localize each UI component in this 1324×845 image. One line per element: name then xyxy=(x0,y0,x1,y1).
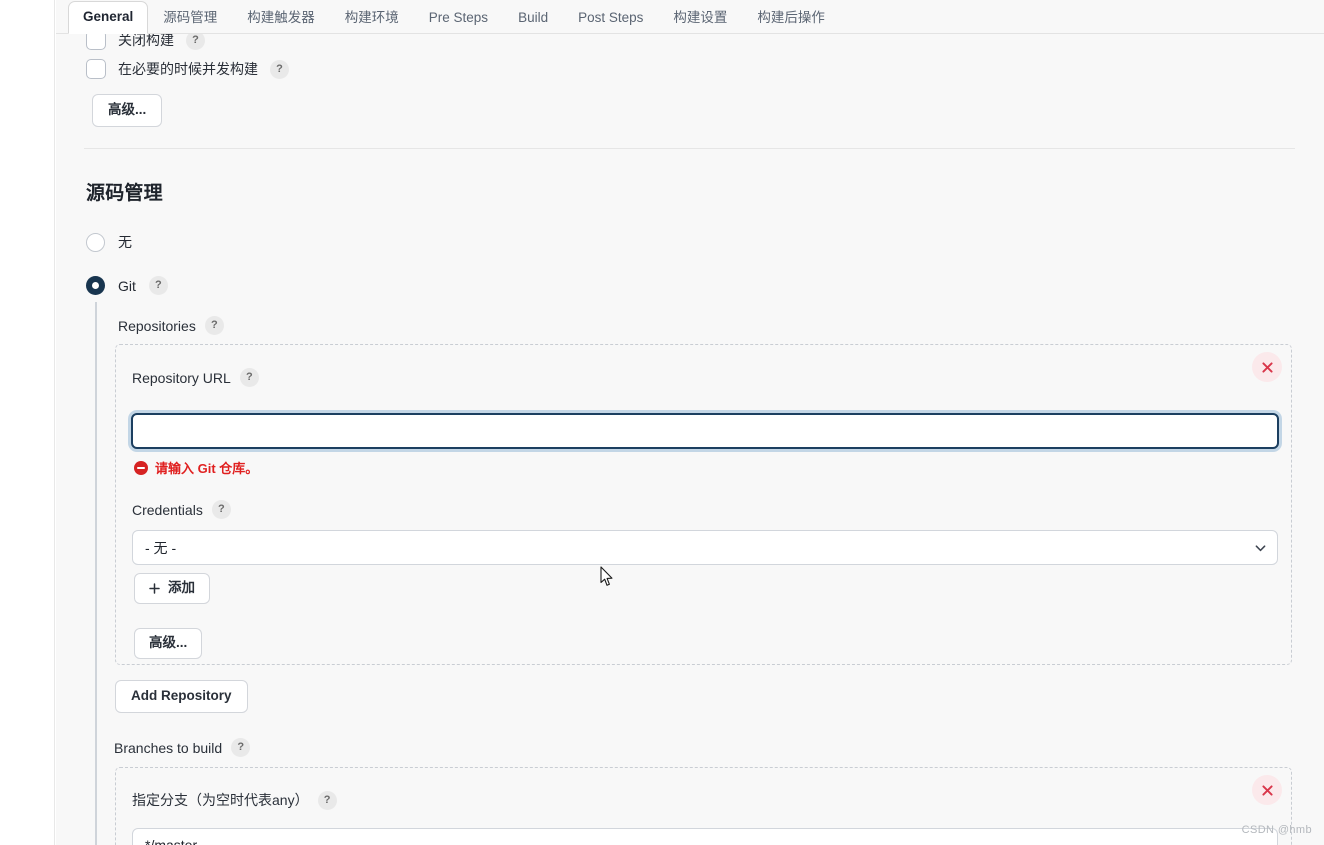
branch-delete-button[interactable] xyxy=(1252,775,1282,805)
tab-build-triggers[interactable]: 构建触发器 xyxy=(232,2,330,34)
tab-environment-label: 构建环境 xyxy=(344,9,399,25)
branch-spec-input[interactable] xyxy=(132,828,1278,845)
repository-url-input[interactable] xyxy=(131,413,1279,449)
repositories-field-label: Repositories ? xyxy=(118,316,224,335)
tab-build[interactable]: Build xyxy=(503,2,563,34)
general-advanced-button[interactable]: 高级... xyxy=(92,94,163,127)
help-icon[interactable]: ? xyxy=(317,790,337,810)
close-icon xyxy=(1261,784,1273,796)
help-icon[interactable]: ? xyxy=(204,316,224,335)
credentials-label-text: Credentials xyxy=(132,501,203,518)
checkbox-row-concurrent[interactable]: 在必要的时候并发构建 ? xyxy=(86,59,289,79)
tab-build-label: Build xyxy=(518,9,549,25)
scm-radio-none-row[interactable]: 无 xyxy=(86,232,132,252)
repository-url-error: 请输入 Git 仓库。 xyxy=(134,458,258,477)
close-icon xyxy=(1261,361,1273,373)
branch-spec-field-label: 指定分支（为空时代表any） ? xyxy=(132,790,337,810)
tab-general-label: General xyxy=(83,8,134,24)
tab-post-steps-label: Post Steps xyxy=(578,9,644,25)
branches-field-label: Branches to build ? xyxy=(114,738,251,757)
add-repository-button[interactable]: Add Repository xyxy=(115,680,248,713)
section-divider xyxy=(84,148,1295,149)
tab-build-settings-label: 构建设置 xyxy=(673,9,728,25)
jenkins-job-config: General 源码管理 构建触发器 构建环境 Pre Steps Build … xyxy=(56,0,1324,845)
scm-section-heading: 源码管理 xyxy=(86,183,163,204)
help-icon[interactable]: ? xyxy=(211,500,231,519)
add-credentials-button[interactable]: 添加 xyxy=(134,573,210,604)
scm-radio-git-row[interactable]: Git ? xyxy=(86,276,168,295)
repositories-label-text: Repositories xyxy=(118,317,196,334)
scm-radio-git[interactable] xyxy=(86,276,105,295)
concurrent-build-checkbox[interactable] xyxy=(86,59,106,79)
repository-advanced-button[interactable]: 高级... xyxy=(134,628,203,659)
scm-radio-none[interactable] xyxy=(86,232,105,252)
config-tab-bar: General 源码管理 构建触发器 构建环境 Pre Steps Build … xyxy=(56,0,1324,34)
repository-url-field-label: Repository URL ? xyxy=(132,368,259,387)
branches-label-text: Branches to build xyxy=(114,739,223,756)
chevron-down-icon xyxy=(1255,544,1266,551)
repository-url-label-text: Repository URL xyxy=(132,369,231,386)
screenshot-root: General 源码管理 构建触发器 构建环境 Pre Steps Build … xyxy=(0,0,1324,845)
help-icon[interactable]: ? xyxy=(270,59,289,79)
tab-build-environment[interactable]: 构建环境 xyxy=(330,2,414,34)
tab-pre-steps[interactable]: Pre Steps xyxy=(414,2,503,34)
tab-build-settings[interactable]: 构建设置 xyxy=(658,2,742,34)
help-icon[interactable]: ? xyxy=(239,368,259,387)
tab-pre-steps-label: Pre Steps xyxy=(428,9,489,25)
plus-icon xyxy=(149,583,160,594)
error-icon xyxy=(134,460,148,475)
repository-url-error-text: 请输入 Git 仓库。 xyxy=(155,461,259,476)
repository-delete-button[interactable] xyxy=(1252,352,1282,382)
repository-entry-block: Repository URL ? 请输入 Git 仓库。 Credentials… xyxy=(115,344,1292,665)
help-icon[interactable]: ? xyxy=(231,738,251,757)
scm-radio-git-label: Git xyxy=(118,277,136,294)
credentials-select[interactable]: - 无 - xyxy=(132,530,1278,565)
tab-source-management[interactable]: 源码管理 xyxy=(148,2,232,34)
credentials-field-label: Credentials ? xyxy=(132,500,231,519)
csdn-watermark: CSDN @hmb xyxy=(1241,824,1312,836)
tab-post-steps[interactable]: Post Steps xyxy=(563,2,658,34)
tab-general[interactable]: General xyxy=(68,0,149,34)
scm-radio-none-label: 无 xyxy=(118,234,132,250)
credentials-selected-value: - 无 - xyxy=(145,539,177,556)
tab-post-build-label: 构建后操作 xyxy=(757,9,825,25)
tab-scm-label: 源码管理 xyxy=(163,9,218,25)
branch-spec-label-text: 指定分支（为空时代表any） xyxy=(132,792,309,808)
tab-triggers-label: 构建触发器 xyxy=(247,9,315,25)
branch-entry-block: 指定分支（为空时代表any） ? xyxy=(115,767,1292,845)
tab-post-build-actions[interactable]: 构建后操作 xyxy=(742,2,840,34)
concurrent-build-label: 在必要的时候并发构建 xyxy=(118,61,258,77)
help-icon[interactable]: ? xyxy=(148,276,168,295)
config-scroll-body: 关闭构建 ? 在必要的时候并发构建 ? 高级... 源码管理 无 Git ? R… xyxy=(56,30,1324,845)
page-left-gutter xyxy=(0,0,55,845)
nested-section-rail xyxy=(95,302,97,845)
add-credentials-label: 添加 xyxy=(168,580,195,595)
